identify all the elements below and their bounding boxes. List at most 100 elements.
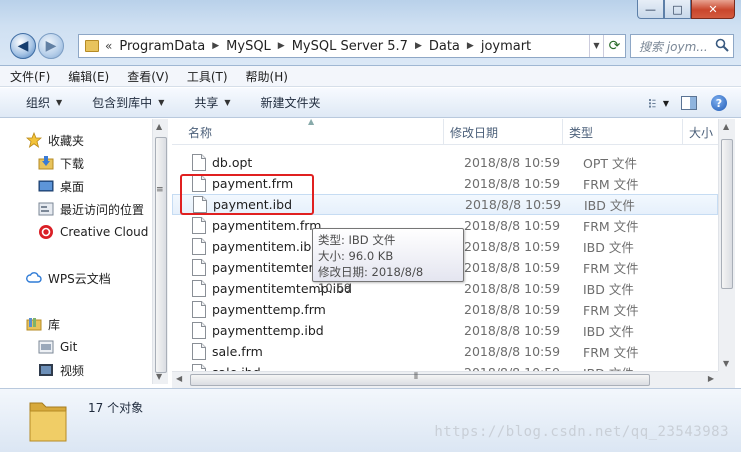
nav-video[interactable]: 视频 bbox=[38, 359, 84, 381]
nav-recent-places[interactable]: 最近访问的位置 bbox=[38, 198, 144, 220]
menu-file[interactable]: 文件(F) bbox=[10, 68, 50, 85]
view-options-button[interactable]: ▼ bbox=[649, 93, 669, 113]
file-list-scroll-thumb[interactable] bbox=[721, 139, 733, 289]
breadcrumb-separator-icon[interactable]: ▶ bbox=[415, 41, 422, 51]
scroll-up-icon[interactable]: ▲ bbox=[723, 122, 729, 131]
file-type: OPT 文件 bbox=[583, 156, 637, 171]
back-button[interactable]: ◀ bbox=[10, 33, 36, 59]
file-type: FRM 文件 bbox=[583, 219, 639, 234]
chevron-down-icon: ▼ bbox=[158, 98, 165, 107]
help-button[interactable]: ? bbox=[709, 93, 729, 113]
nav-label: 库 bbox=[48, 317, 61, 332]
column-type-label: 类型 bbox=[569, 125, 594, 140]
menu-bar: 文件(F) 编辑(E) 查看(V) 工具(T) 帮助(H) bbox=[0, 66, 741, 87]
file-date: 2018/8/8 10:59 bbox=[464, 176, 561, 191]
star-icon bbox=[26, 132, 42, 148]
file-type: IBD 文件 bbox=[583, 282, 634, 297]
file-row[interactable]: sale.frm 2018/8/8 10:59 FRM 文件 bbox=[172, 341, 718, 362]
file-type: FRM 文件 bbox=[583, 345, 639, 360]
file-type: FRM 文件 bbox=[583, 177, 639, 192]
nav-scrollbar[interactable]: ▲ ≡ ▼ bbox=[152, 119, 168, 384]
file-list-vertical-scrollbar[interactable]: ▲ ▼ bbox=[718, 119, 735, 371]
breadcrumb-item[interactable]: MySQL Server 5.7 bbox=[292, 39, 408, 54]
breadcrumb-separator-icon[interactable]: ▶ bbox=[212, 41, 219, 51]
file-icon bbox=[192, 364, 206, 371]
file-row[interactable]: paymenttemp.ibd 2018/8/8 10:59 IBD 文件 bbox=[172, 320, 718, 341]
file-icon bbox=[192, 154, 206, 171]
column-name[interactable]: ▲ 名称 bbox=[172, 119, 444, 145]
share-button[interactable]: 共享 ▼ bbox=[194, 94, 230, 111]
file-icon bbox=[192, 343, 206, 360]
file-date: 2018/8/8 10:59 bbox=[464, 281, 561, 296]
nav-libraries[interactable]: 库 bbox=[26, 313, 60, 335]
nav-git[interactable]: Git bbox=[38, 336, 77, 358]
nav-wps-cloud[interactable]: WPS云文档 bbox=[26, 267, 111, 289]
nav-label: 桌面 bbox=[60, 179, 85, 194]
file-icon bbox=[192, 280, 206, 297]
include-library-label: 包含到库中 bbox=[92, 96, 153, 110]
file-row[interactable]: paymenttemp.frm 2018/8/8 10:59 FRM 文件 bbox=[172, 299, 718, 320]
organize-label: 组织 bbox=[26, 96, 51, 110]
file-row[interactable]: sale.ibd2018/8/8 10:59IBD 文件 bbox=[172, 362, 718, 371]
file-list-horizontal-scrollbar[interactable]: ◀ ⦀ ▶ bbox=[172, 371, 718, 388]
breadcrumb-item[interactable]: joymart bbox=[481, 39, 531, 54]
scroll-down-icon[interactable]: ▼ bbox=[156, 372, 162, 381]
folder-icon bbox=[85, 40, 99, 52]
address-dropdown-icon[interactable]: ▼ bbox=[589, 35, 603, 57]
horizontal-scroll-thumb[interactable] bbox=[190, 374, 650, 386]
file-type: IBD 文件 bbox=[577, 363, 697, 371]
refresh-icon[interactable]: ⟳ bbox=[603, 35, 625, 57]
scroll-down-icon[interactable]: ▼ bbox=[723, 359, 729, 368]
include-library-button[interactable]: 包含到库中 ▼ bbox=[92, 94, 164, 111]
breadcrumb-separator-icon[interactable]: ▶ bbox=[467, 41, 474, 51]
column-type[interactable]: 类型 bbox=[563, 119, 683, 145]
scroll-up-icon[interactable]: ▲ bbox=[156, 122, 162, 131]
preview-pane-button[interactable] bbox=[679, 93, 699, 113]
menu-tools[interactable]: 工具(T) bbox=[187, 68, 228, 85]
forward-button[interactable]: ▶ bbox=[38, 33, 64, 59]
address-bar[interactable]: « ProgramData ▶ MySQL ▶ MySQL Server 5.7… bbox=[78, 34, 626, 58]
command-bar: 组织 ▼ 包含到库中 ▼ 共享 ▼ 新建文件夹 ▼ ? bbox=[0, 88, 741, 118]
breadcrumb-item[interactable]: MySQL bbox=[226, 39, 271, 54]
scroll-right-icon[interactable]: ▶ bbox=[708, 374, 714, 383]
new-folder-button[interactable]: 新建文件夹 bbox=[261, 94, 321, 111]
folder-large-icon bbox=[29, 402, 67, 442]
breadcrumb-separator-icon[interactable]: ▶ bbox=[278, 41, 285, 51]
nav-pictures[interactable]: 图片 bbox=[38, 382, 84, 384]
organize-button[interactable]: 组织 ▼ bbox=[26, 94, 62, 111]
nav-favorites[interactable]: 收藏夹 bbox=[26, 129, 84, 151]
minimize-button[interactable]: — bbox=[637, 0, 664, 19]
tooltip-size: 大小: 96.0 KB bbox=[318, 249, 394, 263]
breadcrumb: ProgramData ▶ MySQL ▶ MySQL Server 5.7 ▶… bbox=[119, 39, 531, 54]
nav-desktop[interactable]: 桌面 bbox=[38, 175, 84, 197]
recent-places-icon bbox=[38, 202, 54, 216]
search-input[interactable]: 搜索 joym... bbox=[630, 34, 734, 58]
breadcrumb-overflow[interactable]: « bbox=[105, 39, 112, 53]
breadcrumb-item[interactable]: Data bbox=[429, 39, 460, 54]
breadcrumb-item[interactable]: ProgramData bbox=[119, 39, 205, 54]
file-date: 2018/8/8 10:59 bbox=[464, 239, 561, 254]
file-type: FRM 文件 bbox=[583, 303, 639, 318]
column-date[interactable]: 修改日期 bbox=[444, 119, 563, 145]
file-tooltip: 类型: IBD 文件 大小: 96.0 KB 修改日期: 2018/8/8 10… bbox=[312, 228, 464, 295]
help-icon: ? bbox=[711, 95, 727, 111]
tooltip-type: 类型: IBD 文件 bbox=[318, 233, 396, 247]
menu-help[interactable]: 帮助(H) bbox=[246, 68, 288, 85]
file-icon bbox=[192, 217, 206, 234]
creative-cloud-icon bbox=[39, 225, 53, 239]
maximize-button[interactable]: □ bbox=[664, 0, 691, 19]
column-size[interactable]: 大小 bbox=[683, 119, 718, 145]
file-name: paymenttemp.ibd bbox=[212, 323, 324, 338]
file-row[interactable]: db.opt 2018/8/8 10:59 OPT 文件 bbox=[172, 152, 718, 173]
menu-edit[interactable]: 编辑(E) bbox=[68, 68, 109, 85]
nav-label: 收藏夹 bbox=[48, 133, 85, 148]
close-button[interactable]: ✕ bbox=[691, 0, 735, 19]
menu-view[interactable]: 查看(V) bbox=[127, 68, 169, 85]
nav-creative-cloud[interactable]: Creative Cloud F bbox=[38, 221, 159, 243]
nav-downloads[interactable]: 下载 bbox=[38, 152, 84, 174]
scroll-left-icon[interactable]: ◀ bbox=[176, 374, 182, 383]
nav-label: 下载 bbox=[60, 156, 85, 171]
video-library-icon bbox=[39, 364, 53, 376]
nav-scroll-thumb[interactable] bbox=[155, 137, 167, 373]
search-icon[interactable] bbox=[715, 38, 729, 52]
